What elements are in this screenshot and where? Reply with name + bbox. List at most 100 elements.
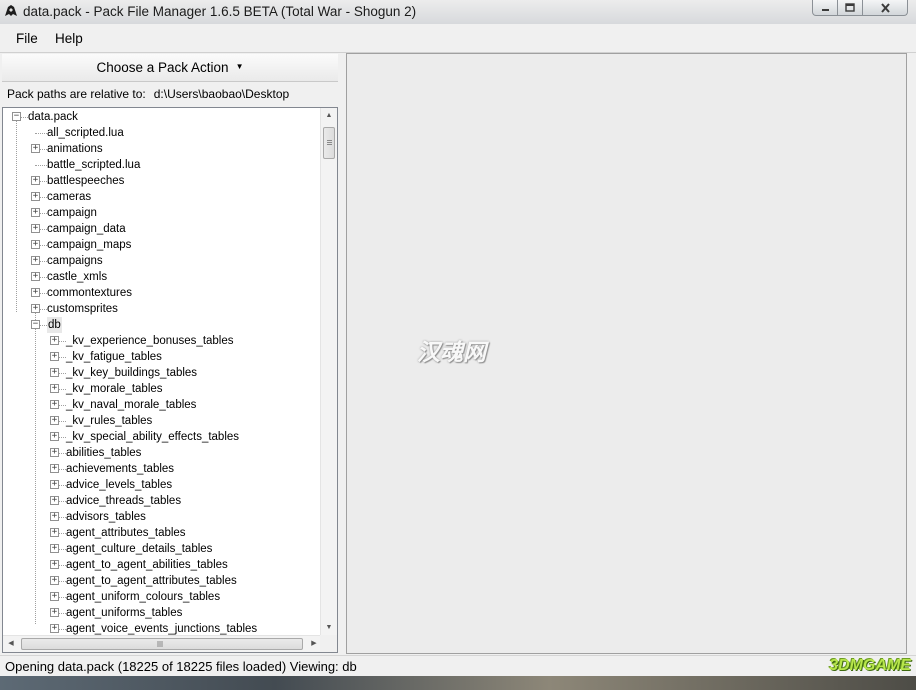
- left-panel: Choose a Pack Action ▼ Pack paths are re…: [2, 54, 340, 654]
- expand-icon[interactable]: +: [50, 464, 59, 473]
- expand-icon[interactable]: +: [50, 480, 59, 489]
- tree-node-label: agent_uniform_colours_tables: [66, 591, 221, 603]
- file-view-panel[interactable]: 汉魂网: [346, 53, 907, 654]
- tree-node[interactable]: + agent_uniforms_tables: [3, 605, 319, 621]
- expand-icon[interactable]: +: [50, 528, 59, 537]
- tree-node[interactable]: + agent_to_agent_abilities_tables: [3, 557, 319, 573]
- tree-connector: [59, 549, 66, 550]
- tree-horizontal-scrollbar[interactable]: ◀ ▶: [3, 635, 322, 652]
- expand-icon[interactable]: +: [50, 416, 59, 425]
- collapse-icon[interactable]: −: [31, 320, 40, 329]
- tree-node[interactable]: + agent_attributes_tables: [3, 525, 319, 541]
- expand-icon[interactable]: +: [31, 176, 40, 185]
- expand-icon[interactable]: +: [50, 352, 59, 361]
- tree-node[interactable]: + advice_levels_tables: [3, 477, 319, 493]
- tree-node[interactable]: − db: [3, 317, 319, 333]
- tree-node[interactable]: + _kv_morale_tables: [3, 381, 319, 397]
- tree-node[interactable]: + abilities_tables: [3, 445, 319, 461]
- expand-icon[interactable]: +: [31, 224, 40, 233]
- expand-icon[interactable]: +: [31, 192, 40, 201]
- tree-node-label: achievements_tables: [66, 463, 175, 475]
- expand-icon[interactable]: +: [50, 384, 59, 393]
- tree-node[interactable]: + _kv_rules_tables: [3, 413, 319, 429]
- maximize-icon: [845, 3, 855, 12]
- site-logo: 3DMGAME: [829, 657, 911, 674]
- tree-connector: [59, 581, 66, 582]
- menu-file[interactable]: File: [16, 31, 38, 46]
- expand-icon[interactable]: +: [31, 208, 40, 217]
- close-button[interactable]: [863, 0, 908, 16]
- tree-node[interactable]: + advisors_tables: [3, 509, 319, 525]
- tree-node[interactable]: + commontextures: [3, 285, 319, 301]
- expand-icon[interactable]: +: [31, 288, 40, 297]
- tree-connector: [40, 261, 47, 262]
- tree-node[interactable]: all_scripted.lua: [3, 125, 319, 141]
- tree-connector: [59, 357, 66, 358]
- expand-icon[interactable]: +: [50, 512, 59, 521]
- tree-node[interactable]: + battlespeeches: [3, 173, 319, 189]
- tree-connector: [40, 181, 47, 182]
- tree-node[interactable]: + advice_threads_tables: [3, 493, 319, 509]
- tree-connector: [59, 341, 66, 342]
- dropdown-arrow-icon: ▼: [235, 62, 244, 71]
- expand-icon[interactable]: +: [50, 624, 59, 633]
- tree-connector: [59, 469, 66, 470]
- title-bar[interactable]: data.pack - Pack File Manager 1.6.5 BETA…: [0, 0, 916, 24]
- tree-node[interactable]: + castle_xmls: [3, 269, 319, 285]
- tree-node-label: _kv_experience_bonuses_tables: [66, 335, 234, 347]
- tree-node[interactable]: + _kv_key_buildings_tables: [3, 365, 319, 381]
- menu-bar: File Help: [0, 24, 916, 52]
- tree-node[interactable]: + agent_culture_details_tables: [3, 541, 319, 557]
- expand-icon[interactable]: +: [50, 560, 59, 569]
- tree-node[interactable]: + _kv_experience_bonuses_tables: [3, 333, 319, 349]
- tree-node[interactable]: + achievements_tables: [3, 461, 319, 477]
- window-controls: [812, 0, 908, 16]
- tree-node[interactable]: + _kv_naval_morale_tables: [3, 397, 319, 413]
- expand-icon[interactable]: +: [31, 272, 40, 281]
- tree-node[interactable]: + campaign_data: [3, 221, 319, 237]
- expand-icon[interactable]: +: [31, 240, 40, 249]
- tree-connector: [40, 245, 47, 246]
- tree-node[interactable]: + customsprites: [3, 301, 319, 317]
- tree-connector: [35, 165, 47, 166]
- menu-help[interactable]: Help: [55, 31, 83, 46]
- tree-node-label: abilities_tables: [66, 447, 142, 459]
- tree-node[interactable]: + agent_uniform_colours_tables: [3, 589, 319, 605]
- expand-icon[interactable]: +: [50, 576, 59, 585]
- tree-node[interactable]: battle_scripted.lua: [3, 157, 319, 173]
- horizontal-scroll-thumb[interactable]: [21, 638, 303, 650]
- tree-vertical-scrollbar[interactable]: ▲ ▼: [320, 108, 337, 635]
- expand-icon[interactable]: +: [31, 304, 40, 313]
- expand-icon[interactable]: +: [50, 368, 59, 377]
- tree-node[interactable]: + campaigns: [3, 253, 319, 269]
- pack-tree-view[interactable]: − data.pack all_scripted.lua + animations bat…: [2, 107, 338, 653]
- collapse-icon[interactable]: −: [12, 112, 21, 121]
- expand-icon[interactable]: +: [50, 336, 59, 345]
- expand-icon[interactable]: +: [31, 256, 40, 265]
- expand-icon[interactable]: +: [50, 496, 59, 505]
- tree-node[interactable]: + campaign: [3, 205, 319, 221]
- maximize-button[interactable]: [838, 0, 863, 16]
- scroll-left-icon[interactable]: ◀: [3, 639, 19, 647]
- minimize-button[interactable]: [812, 0, 838, 16]
- expand-icon[interactable]: +: [50, 432, 59, 441]
- expand-icon[interactable]: +: [50, 448, 59, 457]
- tree-node[interactable]: + campaign_maps: [3, 237, 319, 253]
- tree-node[interactable]: + _kv_special_ability_effects_tables: [3, 429, 319, 445]
- expand-icon[interactable]: +: [50, 400, 59, 409]
- expand-icon[interactable]: +: [50, 592, 59, 601]
- expand-icon[interactable]: +: [50, 608, 59, 617]
- tree-node-label: agent_to_agent_abilities_tables: [66, 559, 228, 571]
- tree-connector: [59, 629, 66, 630]
- expand-icon[interactable]: +: [50, 544, 59, 553]
- tree-node[interactable]: + animations: [3, 141, 319, 157]
- tree-root-node[interactable]: − data.pack: [3, 109, 319, 125]
- tree-node[interactable]: + _kv_fatigue_tables: [3, 349, 319, 365]
- tree-node[interactable]: + cameras: [3, 189, 319, 205]
- scroll-down-icon[interactable]: ▼: [321, 624, 337, 631]
- vertical-scroll-thumb[interactable]: [323, 127, 335, 159]
- expand-icon[interactable]: +: [31, 144, 40, 153]
- tree-node[interactable]: + agent_to_agent_attributes_tables: [3, 573, 319, 589]
- pack-action-dropdown[interactable]: Choose a Pack Action ▼: [2, 54, 338, 82]
- scroll-up-icon[interactable]: ▲: [321, 112, 337, 119]
